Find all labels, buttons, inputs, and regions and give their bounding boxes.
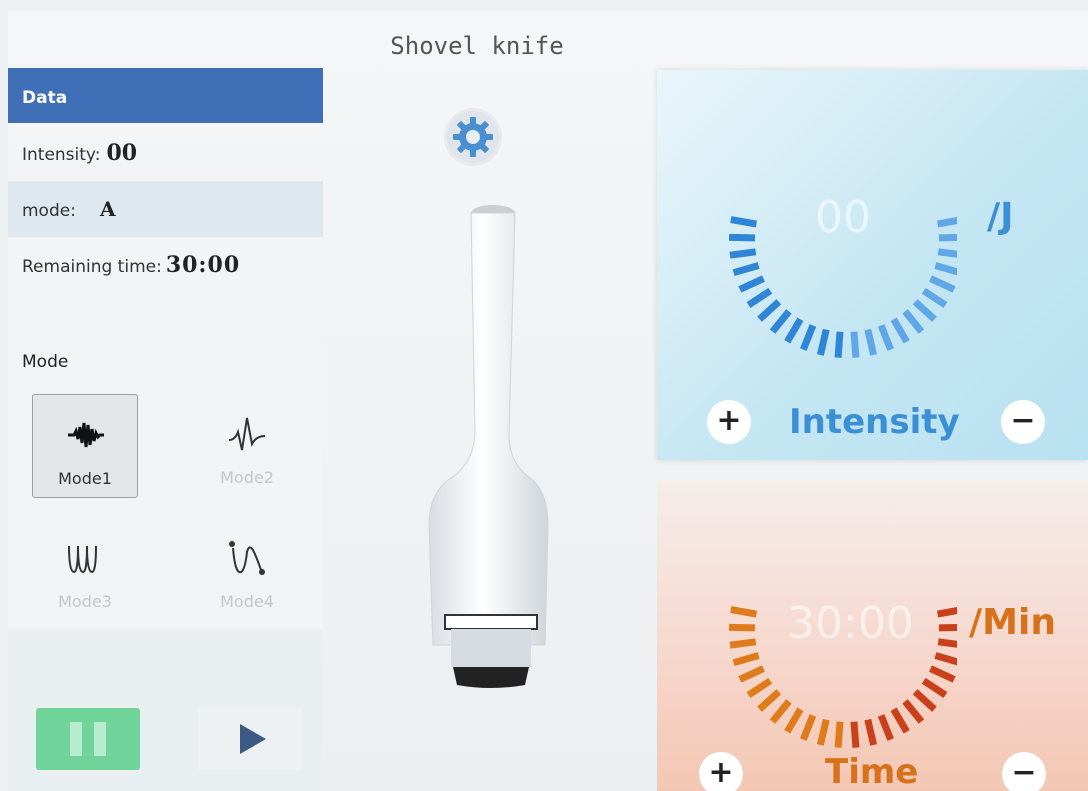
dial-tick: [929, 275, 956, 293]
dial-tick: [800, 324, 817, 351]
mode1-button[interactable]: Mode1: [32, 394, 138, 498]
dial-tick: [864, 328, 878, 356]
dial-tick: [730, 216, 758, 228]
play-icon: [240, 724, 266, 754]
dial-tick: [934, 262, 957, 276]
spike-wave-icon: [228, 417, 266, 451]
dial-tick: [890, 707, 910, 734]
dial-tick: [834, 331, 844, 358]
intensity-minus-button[interactable]: −: [1001, 400, 1045, 444]
dial-tick: [729, 638, 757, 649]
dial-tick: [877, 324, 894, 351]
time-unit: /Min: [969, 602, 1056, 643]
data-panel-heading: Data: [8, 68, 323, 123]
main-screen: Shovel knife Data Intensity: 00 mode: A Re…: [8, 10, 1088, 791]
time-minus-button[interactable]: −: [1002, 752, 1046, 791]
dial-tick: [864, 718, 878, 746]
mode4-label: Mode4: [220, 592, 274, 611]
dial-tick: [732, 652, 760, 667]
dial-tick: [890, 317, 910, 344]
mode-readout-label: mode:: [22, 201, 76, 221]
mode-readout: mode: A: [8, 181, 323, 237]
dial-tick: [728, 623, 756, 632]
settings-button[interactable]: [444, 108, 502, 166]
dial-tick: [850, 331, 860, 358]
dial-tick: [732, 262, 760, 277]
dial-tick: [769, 309, 792, 334]
time-plus-button[interactable]: +: [699, 752, 743, 791]
intensity-unit: /J: [987, 196, 1014, 237]
sine-wave-icon: [68, 545, 97, 574]
dial-tick: [738, 275, 765, 293]
intensity-readout-value: 00: [106, 140, 138, 166]
remaining-time-value: 30:00: [165, 252, 241, 278]
remaining-time-label: Remaining time:: [22, 257, 162, 277]
mode2-button[interactable]: Mode2: [194, 394, 300, 498]
intensity-panel: 00 /J + Intensity −: [657, 70, 1088, 460]
time-dial-value: 30:00: [787, 598, 914, 649]
dial-tick: [729, 248, 757, 259]
play-button[interactable]: [198, 708, 302, 770]
time-label: Time: [825, 752, 919, 791]
dial-tick: [921, 287, 948, 309]
dial-tick: [850, 721, 860, 748]
dial-tick: [784, 317, 804, 344]
intensity-readout: Intensity: 00: [8, 125, 323, 181]
mode4-button[interactable]: Mode4: [194, 518, 300, 622]
dial-tick: [902, 699, 925, 724]
curve-wave-icon: [229, 541, 265, 575]
shovel-knife-handpiece-image: [413, 195, 553, 719]
page-title: Shovel knife: [390, 32, 564, 60]
dial-tick: [902, 309, 925, 334]
playback-controls: [8, 630, 323, 791]
pulse-wave-icon: [68, 422, 104, 448]
dial-tick: [937, 638, 957, 648]
dial-tick: [746, 287, 773, 309]
dial-tick: [921, 677, 948, 699]
remaining-time-readout: Remaining time: 30:00: [8, 237, 323, 293]
mode3-button[interactable]: Mode3: [32, 518, 138, 622]
dial-tick: [936, 607, 957, 618]
dial-tick: [834, 721, 844, 748]
dial-tick: [784, 707, 804, 734]
dial-tick: [728, 233, 756, 242]
mode3-label: Mode3: [58, 592, 112, 611]
dial-tick: [938, 623, 957, 632]
dial-tick: [936, 217, 957, 228]
mode-panel: Mode Mode1 Mode2 Mode3 Mode4: [8, 340, 323, 630]
dial-tick: [934, 652, 957, 666]
mode-panel-title: Mode: [22, 352, 69, 372]
gear-icon: [447, 111, 499, 163]
dial-tick: [877, 714, 894, 741]
mode-readout-value: A: [99, 197, 116, 221]
mode2-label: Mode2: [220, 468, 274, 487]
intensity-readout-label: Intensity:: [22, 145, 101, 165]
intensity-plus-button[interactable]: +: [707, 400, 751, 444]
dial-tick: [912, 299, 937, 322]
mode1-label: Mode1: [58, 469, 112, 488]
dial-tick: [757, 689, 782, 712]
intensity-label: Intensity: [789, 402, 960, 442]
dial-tick: [816, 718, 830, 746]
dial-tick: [738, 665, 765, 683]
intensity-dial-value: 00: [815, 192, 871, 243]
dial-tick: [730, 606, 758, 618]
pause-button[interactable]: [36, 708, 140, 770]
dial-tick: [912, 689, 937, 712]
dial-tick: [746, 677, 773, 699]
dial-tick: [937, 248, 957, 258]
dial-tick: [938, 233, 957, 242]
dial-tick: [816, 328, 830, 356]
dial-tick: [929, 665, 956, 683]
dial-tick: [757, 299, 782, 322]
dial-tick: [769, 699, 792, 724]
dial-tick: [800, 714, 817, 741]
time-panel: 30:00 /Min + Time −: [657, 480, 1088, 791]
